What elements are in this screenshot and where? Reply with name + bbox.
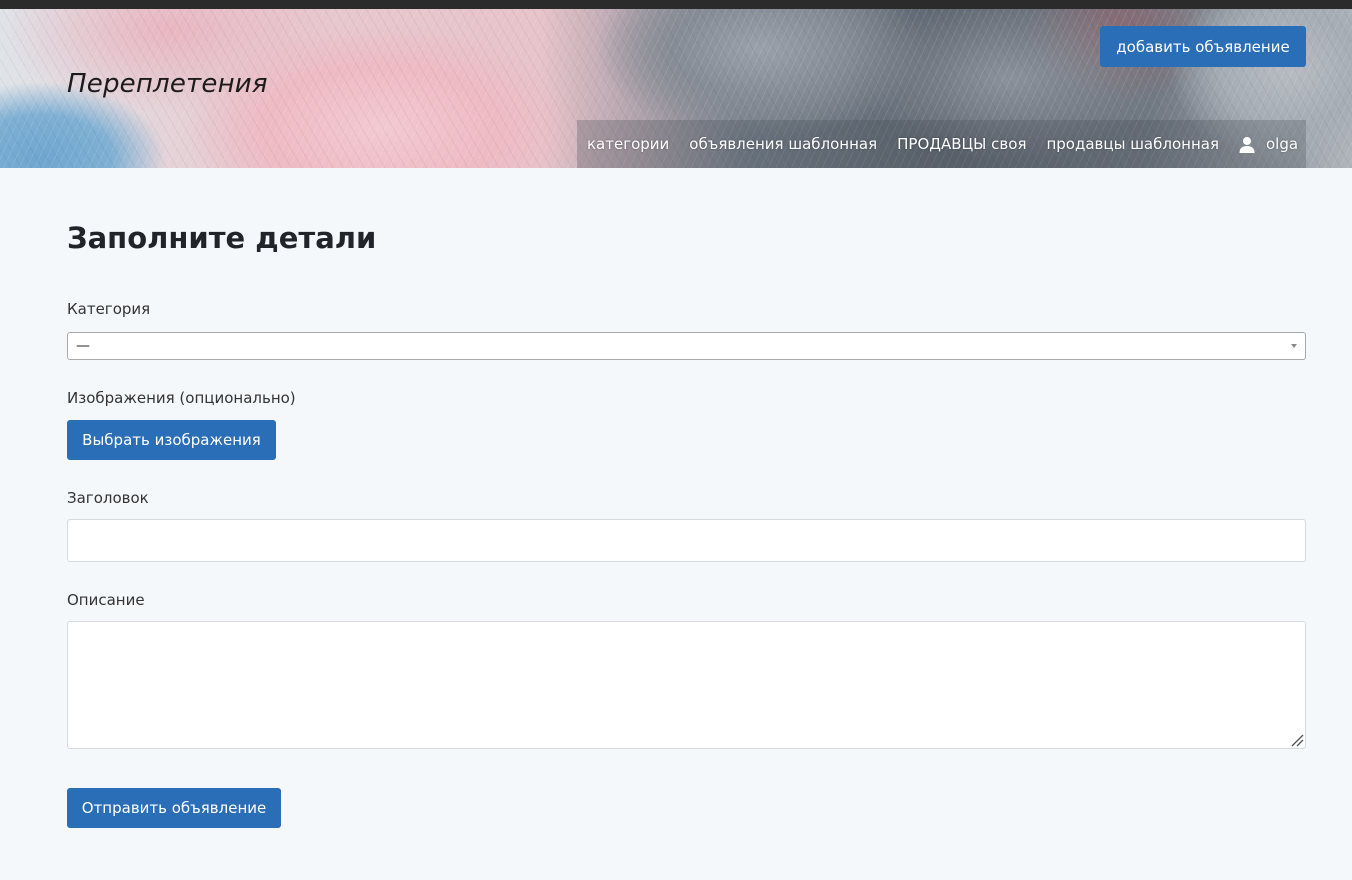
- user-icon: [1239, 136, 1255, 153]
- nav-item-user[interactable]: olga: [1239, 135, 1298, 153]
- description-label: Описание: [67, 591, 145, 609]
- heading-input[interactable]: [67, 519, 1306, 562]
- main-nav: категории объявления шаблонная ПРОДАВЦЫ …: [577, 120, 1306, 168]
- category-select[interactable]: —: [67, 332, 1306, 360]
- choose-images-button[interactable]: Выбрать изображения: [67, 420, 276, 460]
- heading-label: Заголовок: [67, 489, 149, 507]
- description-textarea[interactable]: [67, 621, 1306, 749]
- add-listing-button[interactable]: добавить объявление: [1100, 26, 1306, 67]
- category-select-value: —: [76, 338, 90, 354]
- user-name: olga: [1265, 135, 1299, 153]
- nav-item-categories[interactable]: категории: [587, 135, 669, 153]
- site-logo[interactable]: Переплетения: [67, 69, 268, 99]
- top-bar: [0, 0, 1352, 9]
- nav-item-listings-template[interactable]: объявления шаблонная: [689, 135, 877, 153]
- nav-item-sellers-template[interactable]: продавцы шаблонная: [1046, 135, 1219, 153]
- nav-item-sellers-custom[interactable]: ПРОДАВЦЫ своя: [897, 135, 1026, 153]
- chevron-down-icon: [1291, 344, 1297, 348]
- category-label: Категория: [67, 300, 151, 318]
- page-title: Заполните детали: [67, 221, 377, 255]
- images-label: Изображения (опционально): [67, 389, 296, 407]
- resize-handle-icon[interactable]: [1290, 733, 1304, 747]
- submit-listing-button[interactable]: Отправить объявление: [67, 788, 281, 828]
